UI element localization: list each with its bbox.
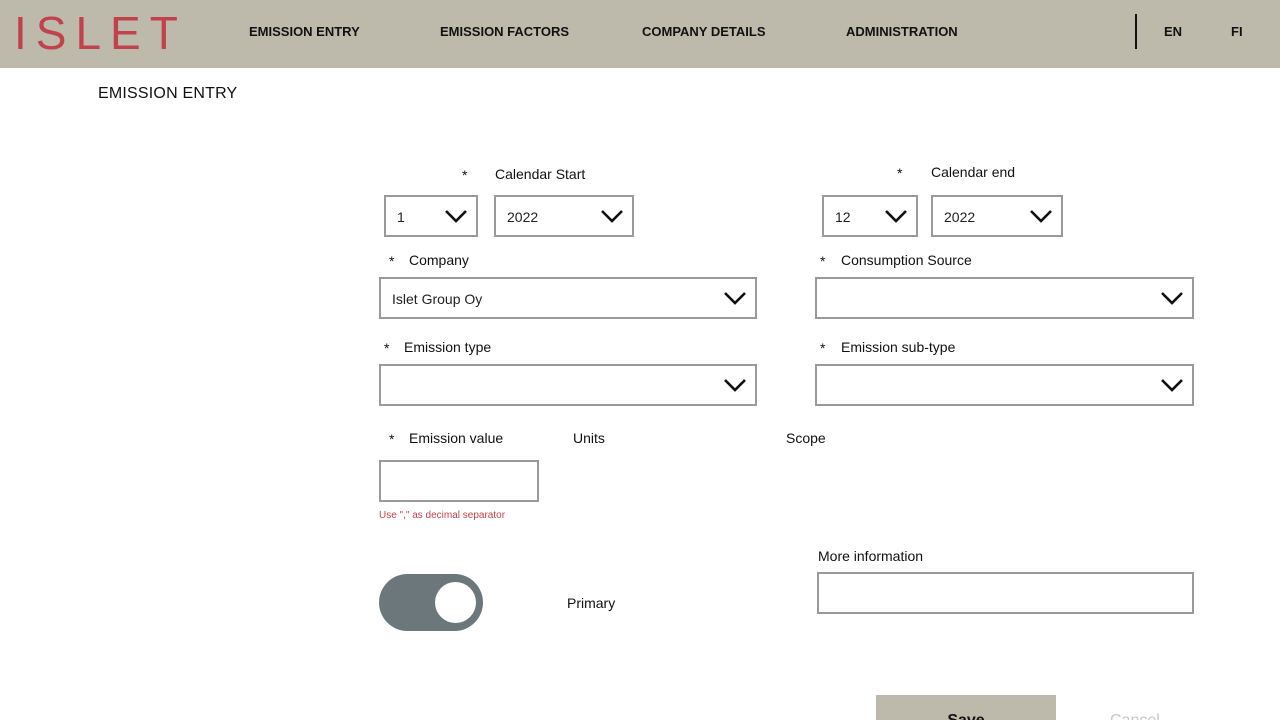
required-marker: *	[462, 167, 468, 183]
calendar-end-month-value: 12	[835, 209, 851, 225]
primary-label: Primary	[567, 595, 616, 611]
nav-emission-entry[interactable]: EMISSION ENTRY	[249, 24, 360, 39]
calendar-start-year-value: 2022	[507, 209, 539, 225]
chevron-down-icon	[724, 379, 746, 392]
calendar-end-label: Calendar end	[931, 164, 1016, 180]
chevron-down-icon	[1030, 210, 1052, 223]
calendar-start-month-value: 1	[397, 209, 405, 225]
company-select[interactable]: Islet Group Oy	[379, 277, 757, 319]
nav-divider	[1135, 14, 1137, 49]
emission-type-label: Emission type	[404, 339, 492, 355]
chevron-down-icon	[1161, 379, 1183, 392]
cancel-button[interactable]: Cancel	[1110, 712, 1160, 720]
primary-toggle[interactable]	[379, 574, 483, 631]
emission-subtype-select[interactable]	[815, 364, 1194, 406]
emission-value-label: Emission value	[409, 430, 504, 446]
chevron-down-icon	[724, 292, 746, 305]
islet-logo[interactable]: ISLET	[14, 10, 187, 56]
company-label: Company	[409, 252, 469, 268]
nav-company-details[interactable]: COMPANY DETAILS	[642, 24, 766, 39]
required-marker: *	[820, 340, 826, 356]
calendar-start-month-select[interactable]: 1	[384, 195, 478, 237]
toggle-knob	[435, 582, 476, 623]
required-marker: *	[820, 253, 826, 269]
emission-value-input[interactable]	[379, 460, 539, 502]
required-marker: *	[389, 253, 395, 269]
required-marker: *	[384, 340, 390, 356]
save-button[interactable]: Save	[876, 695, 1056, 720]
calendar-end-year-select[interactable]: 2022	[931, 195, 1063, 237]
required-marker: *	[897, 165, 903, 181]
consumption-source-label: Consumption Source	[841, 252, 972, 268]
calendar-end-month-select[interactable]: 12	[822, 195, 918, 237]
required-marker: *	[389, 431, 395, 447]
decimal-separator-hint: Use "," as decimal separator	[379, 510, 506, 521]
consumption-source-select[interactable]	[815, 277, 1194, 319]
language-fi[interactable]: FI	[1231, 24, 1243, 39]
calendar-start-label: Calendar Start	[495, 166, 586, 182]
nav-emission-factors[interactable]: EMISSION FACTORS	[440, 24, 569, 39]
calendar-start-year-select[interactable]: 2022	[494, 195, 634, 237]
emission-subtype-label: Emission sub-type	[841, 339, 956, 355]
chevron-down-icon	[885, 210, 907, 223]
emission-type-select[interactable]	[379, 364, 757, 406]
more-information-label: More information	[818, 548, 924, 564]
chevron-down-icon	[1161, 292, 1183, 305]
units-label: Units	[573, 430, 605, 446]
chevron-down-icon	[601, 210, 623, 223]
company-value: Islet Group Oy	[392, 291, 483, 307]
scope-label: Scope	[786, 430, 826, 446]
chevron-down-icon	[445, 210, 467, 223]
page-title: EMISSION ENTRY	[98, 85, 238, 102]
nav-administration[interactable]: ADMINISTRATION	[846, 24, 958, 39]
save-button-label: Save	[876, 712, 1056, 720]
more-information-input[interactable]	[817, 572, 1194, 614]
top-navigation-bar: ISLET EMISSION ENTRY EMISSION FACTORS CO…	[0, 0, 1280, 68]
language-en[interactable]: EN	[1164, 24, 1182, 39]
calendar-end-year-value: 2022	[944, 209, 976, 225]
